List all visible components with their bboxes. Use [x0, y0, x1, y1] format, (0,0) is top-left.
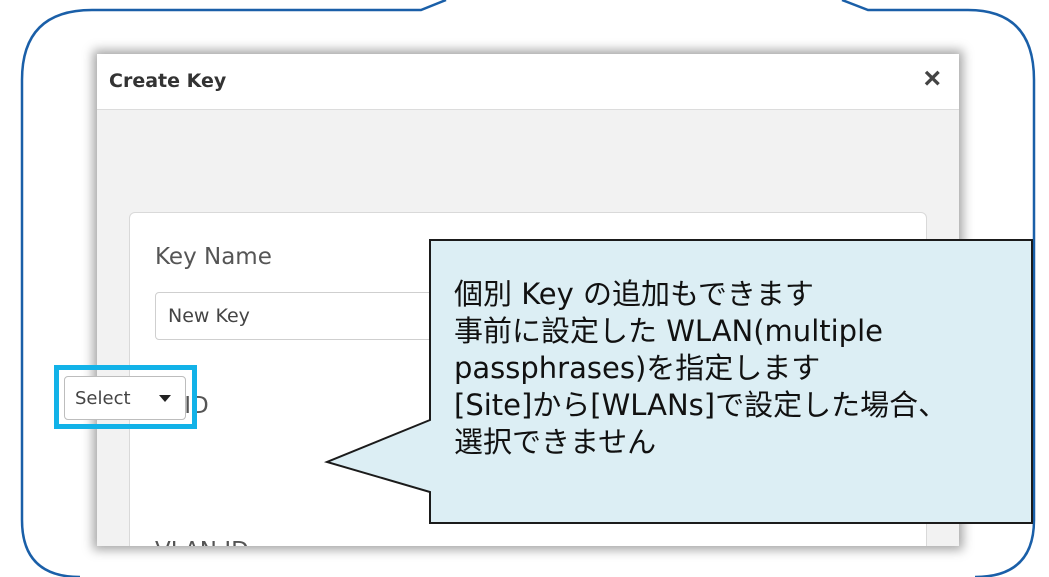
- callout-text: 個別 Key の追加もできます 事前に設定した WLAN(multiple pa…: [454, 276, 1024, 461]
- ssid-select-highlight: Select: [54, 365, 197, 429]
- callout-line: 個別 Key の追加もできます: [454, 277, 814, 311]
- vlan-id-label: VLAN ID: [155, 538, 249, 546]
- callout-line: passphrases)を指定します: [454, 351, 821, 385]
- callout-line: 事前に設定した WLAN(multiple: [454, 314, 883, 348]
- ssid-select[interactable]: Select: [64, 376, 186, 420]
- caret-down-icon: [159, 395, 171, 402]
- ssid-select-value: Select: [75, 388, 131, 409]
- dialog-header: Create Key ×: [97, 54, 959, 110]
- dialog-title: Create Key: [109, 70, 227, 92]
- key-name-label: Key Name: [155, 244, 272, 270]
- callout-line: 選択できません: [454, 425, 657, 459]
- close-icon[interactable]: ×: [923, 64, 941, 94]
- callout-line: [Site]から[WLANs]で設定した場合、: [454, 388, 948, 422]
